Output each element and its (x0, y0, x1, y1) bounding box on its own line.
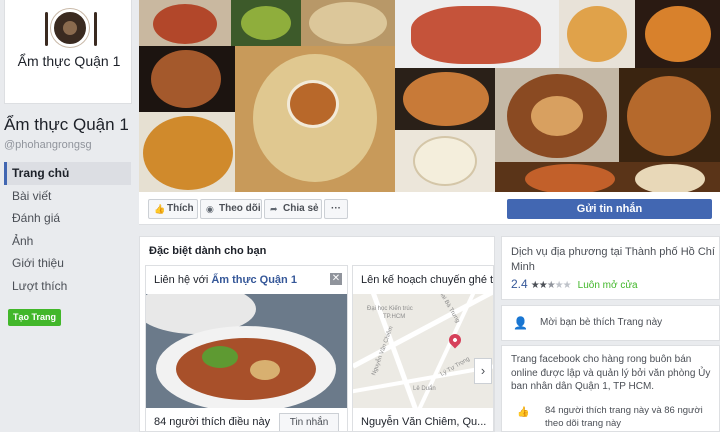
food-photo-tile (395, 0, 559, 68)
thumbs-up-icon: 👍 (517, 407, 530, 418)
location-map[interactable]: Đại học Kiến trúc TP.HCM Hai Bà Trưng Ng… (353, 294, 493, 408)
page-title[interactable]: Ẩm thực Quận 1 (4, 115, 129, 135)
food-photo-tile (495, 68, 619, 162)
contact-card: Liên hệ với Ẩm thực Quận 1 ✕ 84 người th… (145, 265, 348, 431)
map-label: Lê Duẩn (413, 386, 436, 392)
food-photo-tile (139, 46, 235, 112)
location-address[interactable]: Nguyễn Văn Chiêm, Qu... (361, 416, 486, 428)
left-sidebar: Ẩm thực Quận 1 Ẩm thực Quận 1 @phohangro… (0, 0, 138, 432)
page-nav: Trang chủ Bài viết Đánh giá Ảnh Giới thi… (4, 162, 131, 297)
page-link[interactable]: Ẩm thực Quận 1 (211, 274, 297, 286)
nav-item-photos[interactable]: Ảnh (4, 230, 131, 253)
about-box: Trang facebook cho hàng rong buôn bán on… (501, 345, 720, 432)
rating-stars-icon: ★★★★★ (530, 280, 572, 291)
logo-bowl-icon (51, 9, 89, 47)
rating-value[interactable]: 2.4 (511, 277, 528, 291)
page-action-bar: 👍 Thích ◉ Theo dõi ➦ Chia sẻ ··· Gửi tin nh… (139, 192, 720, 225)
add-friend-icon: 👤 (513, 316, 528, 330)
nav-item-home[interactable]: Trang chủ (4, 162, 131, 185)
service-category[interactable]: Dịch vụ địa phương tại Thành phố Hồ Chí … (511, 245, 715, 275)
message-button[interactable]: Tin nhắn (279, 413, 339, 431)
suggestions-title: Đặc biệt dành cho bạn (149, 245, 267, 257)
page-description: Trang facebook cho hàng rong buôn bán on… (511, 354, 711, 392)
like-button[interactable]: 👍 Thích (148, 199, 198, 219)
open-status: Luôn mở cửa (577, 280, 638, 291)
invite-friends-text[interactable]: Mời bạn bè thích Trang này (540, 317, 662, 328)
nav-item-likes[interactable]: Lượt thích (4, 275, 131, 298)
send-message-button[interactable]: Gửi tin nhắn (507, 199, 712, 219)
food-photo-tile (301, 0, 395, 46)
visit-plan-card: Lên kế hoạch chuyến ghé thă Đại học Kiến… (352, 265, 494, 431)
suggestions-panel: Đặc biệt dành cho bạn Liên hệ với Ẩm thự… (139, 236, 495, 432)
page-profile-picture[interactable]: Ẩm thực Quận 1 (4, 0, 132, 104)
rss-icon: ◉ (206, 204, 214, 214)
knife-icon (94, 12, 97, 46)
map-label: Đại học Kiến trúc (367, 306, 413, 312)
follow-button[interactable]: ◉ Theo dõi (200, 199, 262, 219)
food-photo-tile (395, 68, 495, 130)
chevron-right-icon[interactable]: › (474, 358, 492, 384)
logo-text: Ẩm thực Quận 1 (17, 53, 121, 69)
share-button[interactable]: ➦ Chia sẻ (264, 199, 322, 219)
food-photo-tile (395, 130, 495, 192)
food-photo-tile (139, 0, 231, 46)
page-info-box: Dịch vụ địa phương tại Thành phố Hồ Chí … (501, 236, 720, 300)
food-photo-tile (235, 46, 395, 192)
food-photo-tile (231, 0, 301, 46)
nav-item-reviews[interactable]: Đánh giá (4, 207, 131, 230)
visit-plan-title: Lên kế hoạch chuyến ghé thă (361, 274, 494, 286)
close-icon[interactable]: ✕ (330, 273, 342, 285)
share-arrow-icon: ➦ (270, 204, 278, 214)
food-photo-tile (559, 0, 635, 68)
like-follow-stats: 84 người thích trang này và 86 người the… (545, 405, 703, 429)
thumbs-up-icon: 👍 (154, 204, 166, 214)
create-page-button[interactable]: Tạo Trang (8, 309, 61, 326)
food-photo-tile (139, 112, 235, 192)
nav-item-about[interactable]: Giới thiệu (4, 252, 131, 275)
food-photo-tile (495, 162, 720, 192)
food-photo-tile (619, 68, 720, 162)
cover-photo[interactable] (139, 0, 720, 192)
more-options-button[interactable]: ··· (324, 199, 348, 219)
contact-card-photo[interactable] (146, 294, 347, 408)
nav-item-posts[interactable]: Bài viết (4, 185, 131, 208)
map-label: TP.HCM (383, 314, 406, 320)
fork-icon (45, 12, 48, 46)
contact-card-title: Liên hệ với Ẩm thực Quận 1 (154, 274, 297, 286)
invite-friends-box[interactable]: 👤 Mời bạn bè thích Trang này (501, 305, 720, 341)
food-photo-tile (635, 0, 720, 68)
rating-row: 2.4 ★★★★★ Luôn mở cửa (511, 277, 638, 291)
page-handle[interactable]: @phohangrongsg (4, 139, 92, 151)
contact-card-likes: 84 người thích điều này (154, 416, 271, 428)
